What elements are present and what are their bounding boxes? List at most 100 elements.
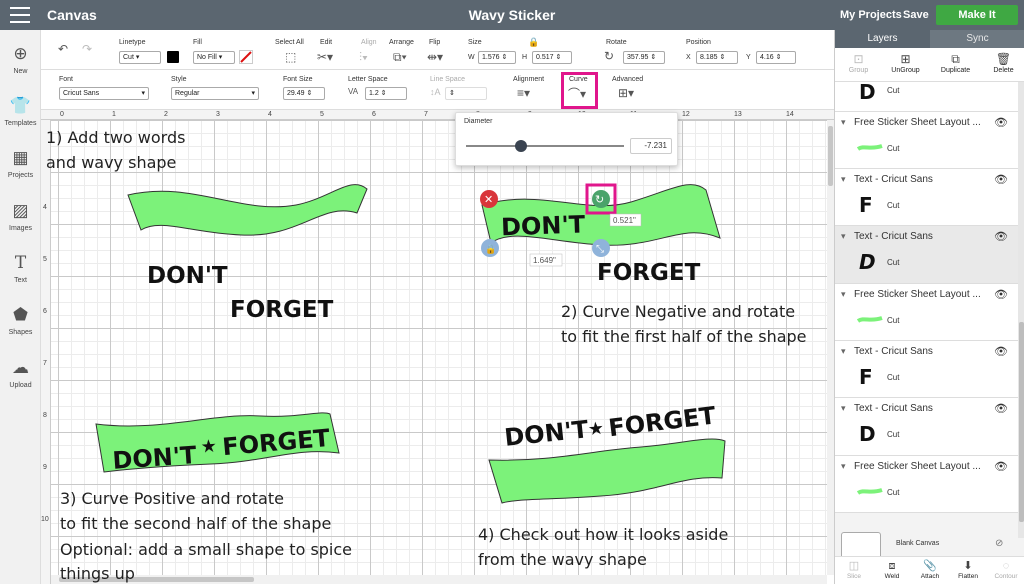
advanced-icon[interactable]: ⊞▾ [618, 86, 634, 100]
lock-ratio-icon[interactable]: 🔒 [528, 37, 539, 48]
sidebar-item-images[interactable]: ▨ Images [0, 201, 41, 232]
eye-icon[interactable]: 👁 [994, 173, 1008, 186]
projects-icon: ▦ [12, 148, 29, 167]
layer-thumbnail [857, 144, 883, 151]
hamburger-menu-icon[interactable] [10, 7, 30, 23]
chevron-down-icon[interactable]: ▾ [841, 461, 846, 472]
diameter-slider-knob[interactable] [515, 140, 528, 152]
style-select[interactable]: Regular ▾ [171, 87, 259, 100]
eye-icon[interactable]: 👁 [994, 402, 1008, 415]
my-projects-link[interactable]: My Projects [840, 9, 902, 21]
weld-button[interactable]: ⧈ Weld [873, 559, 911, 580]
text-align-icon[interactable]: ≡▾ [517, 86, 530, 100]
slice-button[interactable]: ◫ Slice [835, 559, 873, 580]
tab-layers[interactable]: Layers [835, 30, 930, 48]
flatten-button[interactable]: ⬇ Flatten [949, 559, 987, 580]
position-x-input[interactable]: 8.185 ⇕ [696, 51, 738, 64]
duplicate-icon: ⧉ [951, 52, 960, 66]
curved-text-dont[interactable]: DON'T [112, 441, 199, 475]
diameter-input[interactable]: -7.231 [630, 138, 672, 154]
eye-icon[interactable]: 👁 [994, 116, 1008, 129]
wavy-banner-shape[interactable] [127, 184, 368, 236]
ungroup-button[interactable]: ⊞ UnGroup [882, 51, 929, 74]
eye-icon[interactable]: 👁 [994, 230, 1008, 243]
sidebar-item-templates[interactable]: 👕 Templates [0, 96, 41, 127]
layer-item[interactable]: ▾ Text - Cricut Sans 👁 D Cut [835, 398, 1018, 456]
layer-item[interactable]: ▾ Free Sticker Sheet Layout ... 👁 Cut [835, 456, 1018, 513]
layer-item[interactable]: ▾ Free Sticker Sheet Layout ... 👁 Cut [835, 112, 1018, 169]
width-input[interactable]: 1.576 ⇕ [478, 51, 516, 64]
no-fill-swatch-icon[interactable] [239, 50, 253, 64]
sidebar-item-label: Projects [7, 172, 34, 179]
chevron-down-icon[interactable]: ▾ [841, 117, 846, 128]
sidebar-item-projects[interactable]: ▦ Projects [0, 148, 41, 179]
arrange-label: Arrange [389, 39, 414, 46]
contour-button[interactable]: ◌ Contour [987, 559, 1024, 580]
star-shape[interactable]: ★ [200, 436, 218, 458]
layer-item[interactable]: ▾ Text - Cricut Sans 👁 F Cut [835, 341, 1018, 398]
curved-text-dont[interactable]: DON'T [503, 415, 590, 452]
layers-scrollbar[interactable] [1018, 82, 1024, 538]
resize-arrow-icon: ⤡ [596, 244, 604, 255]
redo-icon[interactable]: ↷ [82, 42, 92, 56]
text-forget[interactable]: FORGET [230, 297, 334, 323]
line-space-input[interactable]: ⇕ [445, 87, 487, 100]
letter-space-label: Letter Space [348, 76, 388, 83]
layer-item[interactable]: ▾ Text - Cricut Sans 👁 F Cut [835, 169, 1018, 226]
font-size-input[interactable]: 29.49 ⇕ [283, 87, 325, 100]
duplicate-button[interactable]: ⧉ Duplicate [932, 51, 979, 74]
app-title: Canvas [47, 7, 97, 23]
sidebar-item-upload[interactable]: ☁ Upload [0, 358, 41, 389]
eye-icon[interactable]: 👁 [994, 288, 1008, 301]
tab-sync[interactable]: Sync [930, 30, 1024, 48]
linetype-color-swatch[interactable] [167, 51, 179, 63]
save-button[interactable]: Save [903, 9, 929, 21]
linetype-label: Linetype [119, 39, 146, 46]
style-label: Style [171, 76, 187, 83]
sidebar-item-new[interactable]: ⊕ New [0, 44, 41, 75]
edit-scissors-icon[interactable]: ✂▾ [317, 50, 333, 64]
letter-space-input[interactable]: 1.2 ⇕ [365, 87, 407, 100]
curved-text-forget[interactable]: FORGET [607, 401, 718, 442]
text-forget[interactable]: FORGET [597, 260, 701, 286]
layer-item[interactable]: ▾ Text - Cricut Sans 👁 D Cut [835, 226, 1018, 284]
arrange-icon[interactable]: ⧉▾ [393, 50, 407, 65]
fill-select[interactable]: No Fill ▾ [193, 51, 235, 64]
rotate-input[interactable]: 357.95 ⇕ [623, 51, 665, 64]
font-select[interactable]: Cricut Sans ▾ [59, 87, 149, 100]
group-label: Group [848, 67, 869, 74]
height-input[interactable]: 0.517 ⇕ [532, 51, 572, 64]
chevron-down-icon[interactable]: ▾ [841, 346, 846, 357]
scrollbar-thumb[interactable] [1019, 322, 1024, 522]
sidebar-item-text[interactable]: T Text [0, 253, 41, 284]
select-all-label: Select All [275, 39, 304, 46]
curved-text-dont[interactable]: DON'T [501, 210, 587, 241]
eye-icon[interactable]: 👁 [994, 460, 1008, 473]
chevron-down-icon[interactable]: ▾ [841, 231, 846, 242]
diameter-slider-track[interactable] [466, 145, 624, 147]
layer-title: Free Sticker Sheet Layout ... [854, 461, 981, 472]
position-y-input[interactable]: 4.16 ⇕ [756, 51, 796, 64]
star-shape[interactable]: ★ [587, 418, 605, 441]
bottom-layer-tools: ◫ Slice ⧈ Weld 📎 Attach ⬇ Flatten ◌ Contour [835, 556, 1024, 584]
eye-icon[interactable]: 👁 [994, 345, 1008, 358]
chevron-down-icon[interactable]: ▾ [841, 403, 846, 414]
chevron-down-icon[interactable]: ▾ [841, 289, 846, 300]
align-icon[interactable]: ⫶▾ [359, 50, 368, 65]
make-it-button[interactable]: Make It [936, 5, 1018, 25]
text-dont[interactable]: DON'T [147, 263, 228, 289]
delete-button[interactable]: 🗑 Delete [980, 51, 1024, 74]
layer-item[interactable]: D Cut [835, 82, 1018, 112]
undo-icon[interactable]: ↶ [58, 42, 68, 56]
attach-button[interactable]: 📎 Attach [911, 559, 949, 580]
linetype-select[interactable]: Cut ▾ [119, 51, 161, 64]
layer-thumbnail [857, 488, 883, 495]
weld-label: Weld [884, 573, 900, 580]
sidebar-item-shapes[interactable]: ⬟ Shapes [0, 305, 41, 336]
eye-hidden-icon[interactable]: ⊘ [995, 538, 1003, 549]
group-button[interactable]: ⊡ Group [835, 51, 882, 74]
chevron-down-icon[interactable]: ▾ [841, 174, 846, 185]
select-all-icon[interactable]: ⬚ [285, 50, 296, 64]
layer-item[interactable]: ▾ Free Sticker Sheet Layout ... 👁 Cut [835, 284, 1018, 341]
flip-icon[interactable]: ⇹▾ [427, 50, 443, 64]
